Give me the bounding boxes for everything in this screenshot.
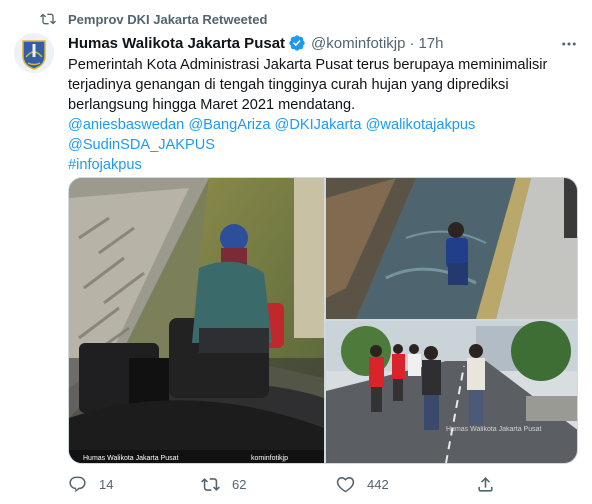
author-name[interactable]: Humas Walikota Jakarta Pusat — [68, 35, 285, 52]
hashtag-line: #infojakpus — [68, 155, 568, 175]
author-handle[interactable]: @kominfotikjp — [311, 35, 405, 52]
photo-watermark: kominfotikjp — [251, 455, 288, 462]
mention-link[interactable]: @SudinSDA_JAKPUS — [68, 137, 215, 153]
reply-button[interactable]: 14 — [68, 475, 113, 494]
share-button[interactable] — [476, 475, 495, 494]
like-button[interactable]: 442 — [336, 475, 389, 494]
photo-watermark: Humas Walikota Jakarta Pusat — [446, 426, 541, 433]
reply-icon — [69, 476, 86, 493]
tweet-text: Pemerintah Kota Administrasi Jakarta Pus… — [68, 55, 568, 175]
mention-link[interactable]: @DKIJakarta — [275, 117, 362, 133]
tweet-text-line: berlangsung hingga Maret 2021 mendatang. — [68, 97, 356, 113]
retweet-context[interactable]: Pemprov DKI Jakarta Retweeted — [40, 10, 267, 28]
city-emblem-logo — [14, 33, 54, 73]
heart-icon — [336, 476, 355, 493]
photo-channel-worker[interactable] — [326, 178, 577, 319]
mentions-line: @SudinSDA_JAKPUS — [68, 135, 568, 155]
tweet-text-line: Pemerintah Kota Administrasi Jakarta Pus… — [68, 57, 548, 73]
tweet-text-line: terjadinya genangan di tengah tingginya … — [68, 77, 509, 93]
retweet-button[interactable]: 62 — [201, 475, 246, 494]
more-icon[interactable] — [560, 35, 578, 53]
media-grid: Humas Walikota Jakarta Pusat kominfotikj… — [68, 177, 578, 464]
mention-link[interactable]: @aniesbaswedan — [68, 117, 184, 133]
verified-badge-icon — [289, 35, 305, 51]
photo-worker-pump[interactable]: Humas Walikota Jakarta Pusat kominfotikj… — [69, 178, 324, 463]
separator-dot: · — [409, 34, 415, 52]
retweet-count: 62 — [232, 477, 247, 492]
tweet-actions: 14 62 442 — [68, 475, 568, 497]
mentions-line: @aniesbaswedan @BangAriza @DKIJakarta @w… — [68, 115, 568, 135]
photo-street-team[interactable]: Humas Walikota Jakarta Pusat — [326, 321, 577, 463]
share-icon — [478, 477, 493, 492]
mention-link[interactable]: @BangAriza — [188, 117, 270, 133]
avatar[interactable] — [14, 33, 54, 73]
photo-watermark: Humas Walikota Jakarta Pusat — [83, 455, 178, 462]
tweet-header: Humas Walikota Jakarta Pusat @kominfotik… — [68, 33, 576, 53]
like-count: 442 — [367, 477, 389, 492]
mention-link[interactable]: @walikotajakpus — [366, 117, 476, 133]
tweet-timestamp[interactable]: 17h — [418, 35, 443, 52]
retweet-context-text: Pemprov DKI Jakarta Retweeted — [68, 11, 268, 27]
retweet-icon — [40, 13, 56, 25]
hashtag-link[interactable]: #infojakpus — [68, 157, 142, 173]
reply-count: 14 — [99, 477, 114, 492]
retweet-icon — [201, 478, 220, 491]
